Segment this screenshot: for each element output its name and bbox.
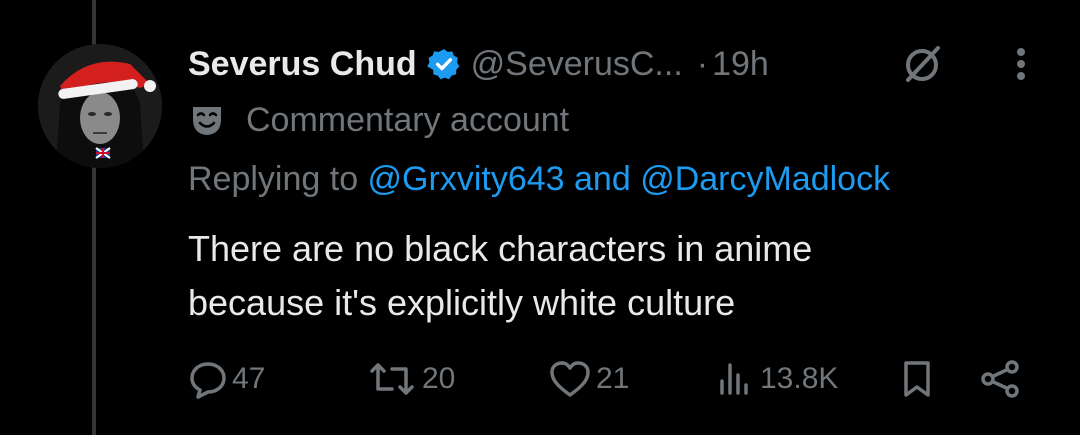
repost-icon (370, 363, 414, 395)
like-icon (550, 361, 590, 397)
tweet-text-line: There are no black characters in anime (188, 228, 813, 269)
reply-count: 47 (232, 362, 266, 395)
separator-dot: · (696, 44, 709, 83)
replying-to: Replying to @Grxvity643 and @DarcyMadloc… (188, 160, 890, 206)
bookmark-icon (904, 361, 930, 397)
bookmark-button[interactable] (900, 356, 934, 402)
views-button[interactable]: 13.8K (716, 356, 838, 402)
more-icon[interactable] (1004, 44, 1038, 84)
views-icon (720, 363, 748, 395)
badge-label: Commentary account (246, 100, 570, 139)
action-bar: 47 20 21 13.8K (0, 356, 1080, 402)
reply-icon (190, 362, 226, 399)
like-count: 21 (596, 362, 630, 395)
views-count: 13.8K (760, 362, 839, 395)
reply-button[interactable]: 47 (188, 356, 265, 402)
author-handle[interactable]: @SeverusC... (471, 45, 683, 84)
replying-prefix: Replying to (188, 160, 368, 198)
avatar[interactable] (38, 44, 162, 168)
tweet-text: There are no black characters in anime b… (188, 222, 1048, 330)
repost-count: 20 (422, 362, 456, 395)
mention-link[interactable]: @Grxvity643 (368, 160, 565, 198)
mask-icon (190, 103, 224, 137)
tweet-text-line: because it's explicitly white culture (188, 282, 736, 323)
mention-link[interactable]: @DarcyMadlock (640, 160, 890, 198)
like-button[interactable]: 21 (548, 356, 629, 402)
tweet-header: Severus Chud @SeverusC... · 19h (188, 40, 769, 88)
avatar-image (38, 44, 162, 168)
timestamp[interactable]: 19h (712, 45, 769, 84)
tweet[interactable]: Severus Chud @SeverusC... · 19h Commenta… (0, 0, 1080, 435)
verified-icon (426, 47, 461, 81)
author-name[interactable]: Severus Chud (188, 45, 417, 84)
share-button[interactable] (978, 356, 1022, 402)
grok-icon[interactable] (902, 44, 942, 84)
affiliation-badge: Commentary account (190, 100, 569, 140)
repost-button[interactable]: 20 (366, 356, 455, 402)
share-icon (981, 360, 1019, 398)
mention-joiner[interactable]: and (565, 160, 641, 198)
